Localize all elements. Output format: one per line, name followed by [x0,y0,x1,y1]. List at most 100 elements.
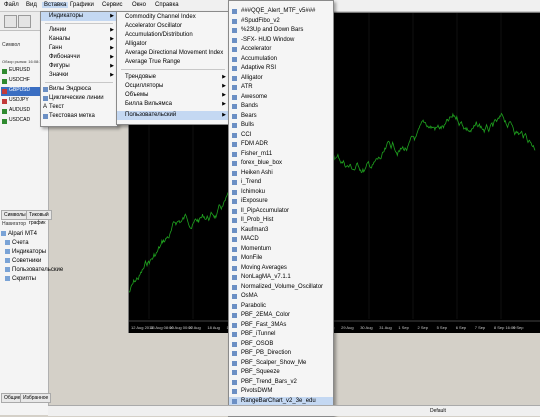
menu-item-indicators[interactable]: Индикаторы ▶ [41,12,117,21]
custom-indicator-item[interactable]: Moving Averages [229,264,333,273]
custom-indicator-item[interactable]: PBF_iTunnel [229,330,333,339]
custom-indicator-item[interactable]: PBF_2EMA_Color [229,311,333,320]
custom-indicator-item[interactable]: ll_Prob_Hist [229,216,333,225]
menu-tools[interactable]: Сервис [102,2,123,8]
menu-item-lines[interactable]: Линии ▶ [41,26,117,35]
indicator-file-icon [232,389,237,394]
menu-charts[interactable]: Графики [70,2,94,8]
menu-file[interactable]: Файл [4,2,19,8]
custom-indicator-item[interactable]: Bands [229,102,333,111]
menu-item-volumes[interactable]: Объемы ▶ [117,91,229,100]
custom-indicator-item[interactable]: Alligator [229,74,333,83]
indicator-file-icon [232,132,237,138]
custom-indicator-item[interactable]: Accelerator [229,45,333,54]
indicator-file-icon [232,237,237,242]
custom-indicator-item[interactable]: FDM ADR [229,140,333,149]
custom-indicator-item[interactable]: iExposure [229,197,333,206]
custom-indicator-item[interactable]: PBF_Squeeze [229,368,333,377]
tab-favorites[interactable]: Избранное [20,393,52,403]
menu-item-shapes[interactable]: Фигуры ▶ [41,62,117,71]
menu-insert[interactable]: Вставка [42,2,69,8]
custom-indicator-item[interactable]: -SFX- HUD Window [229,36,333,45]
custom-indicator-item[interactable]: CCI [229,131,333,140]
indicator-file-icon [232,275,237,280]
indicator-file-icon [232,170,237,176]
custom-indicator-item[interactable]: Kaufman3 [229,226,333,235]
menu-item-bill-williams[interactable]: Билла Вильямса ▶ [117,100,229,109]
custom-indicator-item[interactable]: MonFile [229,254,333,263]
custom-indicator-item[interactable]: Ichimoku [229,188,333,197]
terminal-icon [1,230,6,236]
tree-item-experts[interactable]: Советники [1,257,47,266]
indicator-file-icon [232,28,237,33]
custom-indicator-item[interactable]: forex_blue_box [229,159,333,168]
custom-indicator-item[interactable]: ll_PipAccumulator [229,207,333,216]
custom-indicator-item[interactable]: Bears [229,112,333,121]
custom-indicator-item[interactable]: Parabolic [229,302,333,311]
custom-indicator-item[interactable]: ###QQE_Alert_MTF_v5### [229,7,333,16]
custom-indicator-item[interactable]: MACD [229,235,333,244]
custom-indicator-item[interactable]: Adaptive RSI [229,64,333,73]
custom-indicator-item[interactable]: #SpudFibo_v2 [229,17,333,26]
custom-indicator-item[interactable]: OsMA [229,292,333,301]
menu-item-oscillators[interactable]: Осцилляторы ▶ [117,82,229,91]
new-chart-icon[interactable] [4,15,17,28]
indicators-icon [5,248,10,254]
menu-help[interactable]: Справка [155,2,179,8]
menu-item-admi[interactable]: Average Directional Movement Index [117,49,229,58]
menu-view[interactable]: Вид [26,2,37,8]
date-tick-label: 29 Aug [341,325,353,330]
custom-indicator-item[interactable]: NonLagMA_v7.1.1 [229,273,333,282]
menu-item-accelerator-oscillator[interactable]: Accelerator Oscillator [117,22,229,31]
custom-indicator-item[interactable]: Fisher_m11 [229,150,333,159]
menu-item-text[interactable]: A Текст [41,103,117,112]
menu-item-channels[interactable]: Каналы ▶ [41,35,117,44]
menu-window[interactable]: Окно [132,2,146,8]
symbol-name: USDCHF [9,77,30,83]
menu-item-cycle-lines[interactable]: Циклические линии [41,94,117,103]
custom-indicator-item[interactable]: i_Trend [229,178,333,187]
tree-item-alpari[interactable]: Alpari MT4 [1,230,47,239]
custom-indicator-item[interactable]: PBF_Trend_Bars_v2 [229,378,333,387]
custom-indicator-item[interactable]: Bulls [229,121,333,130]
menu-item-fibonacci[interactable]: Фибоначчи ▶ [41,53,117,62]
indicator-file-icon [232,18,237,24]
status-bar: Default [48,405,540,416]
tab-tick-chart[interactable]: Тиковый график [26,210,52,226]
tree-item-accounts[interactable]: Счета [1,239,47,248]
custom-indicators-submenu: ###QQE_Alert_MTF_v5### #SpudFibo_v2 %23Up … [228,0,334,417]
menu-item-arrows[interactable]: Значки ▶ [41,71,117,80]
menu-item-text-label[interactable]: Текстовая метка [41,112,117,121]
menu-item-atr[interactable]: Average True Range [117,58,229,67]
separator [45,23,113,24]
custom-indicator-item[interactable]: PivotsDWM [229,387,333,396]
custom-indicator-item[interactable]: PBF_Scalper_Show_Me [229,359,333,368]
custom-indicator-item[interactable]: ATR [229,83,333,92]
menu-item-andrews-pitchfork[interactable]: Вилы Эндрюса [41,85,117,94]
date-tick-label: 5 Sep [437,325,448,330]
tree-item-custom[interactable]: Пользовательские [1,266,63,275]
custom-indicator-item[interactable]: PBF_PB_Direction [229,349,333,358]
custom-indicator-item[interactable]: Accumulation [229,55,333,64]
custom-indicator-item[interactable]: Heiken Ashi [229,169,333,178]
menu-item-trend[interactable]: Трендовые ▶ [117,73,229,82]
menu-item-gann[interactable]: Ганн ▶ [41,44,117,53]
custom-indicator-item[interactable]: PBF_OSOB [229,340,333,349]
tree-item-scripts[interactable]: Скрипты [1,275,47,284]
tree-item-indicators[interactable]: Индикаторы [1,248,47,257]
menu-item-cci[interactable]: Commodity Channel Index [117,13,229,22]
indicator-file-icon [232,265,237,271]
indicator-file-icon [232,113,237,119]
custom-indicator-item[interactable]: Normalized_Volume_Oscillator [229,283,333,292]
indicator-file-icon [232,246,237,252]
tab-symbols[interactable]: Символы [1,210,29,220]
custom-indicator-item[interactable]: Momentum [229,245,333,254]
menu-item-accumulation-distribution[interactable]: Accumulation/Distribution [117,31,229,40]
profiles-icon[interactable] [18,15,31,28]
custom-indicator-item[interactable]: Awesome [229,93,333,102]
custom-indicator-item[interactable]: PBF_Fast_3MAs [229,321,333,330]
indicator-file-icon [232,322,237,328]
menu-item-alligator[interactable]: Alligator [117,40,229,49]
menu-item-custom[interactable]: Пользовательский ▶ [117,111,229,120]
custom-indicator-item[interactable]: %23Up and Down Bars [229,26,333,35]
